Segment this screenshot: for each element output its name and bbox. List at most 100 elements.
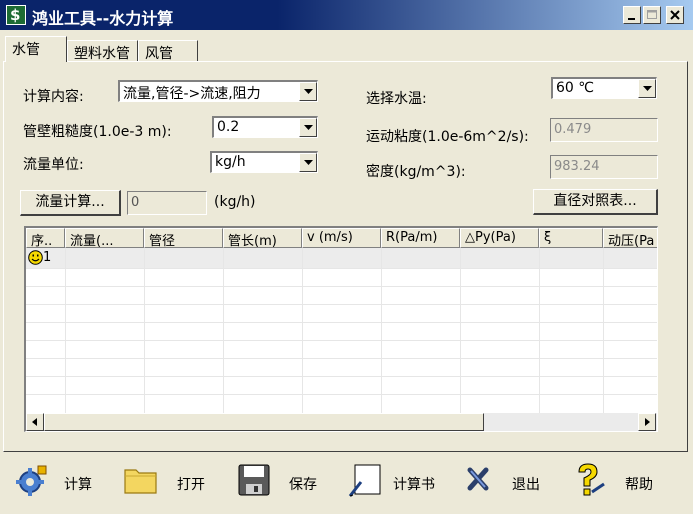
water-temp-value: 60 ℃ (556, 80, 594, 96)
roughness-select[interactable]: 0.2 (212, 116, 318, 138)
density-field: 983.24 (550, 155, 658, 179)
column-header[interactable]: 流量(... (65, 228, 144, 248)
exit-label: 退出 (512, 477, 540, 493)
column-header[interactable]: 动压(Pa (603, 228, 657, 248)
grid-line (65, 248, 66, 416)
help-label: 帮助 (625, 477, 653, 493)
horizontal-scrollbar[interactable] (26, 413, 657, 431)
grid-line (26, 340, 657, 341)
table-row[interactable] (26, 248, 657, 268)
arrow-left-icon (32, 418, 37, 426)
calc-content-label: 计算内容: (23, 89, 84, 105)
grid-line (223, 248, 224, 416)
report-tool-button[interactable]: 计算书 (347, 462, 447, 502)
column-header[interactable]: v (m/s) (302, 228, 381, 248)
diameter-table-button[interactable]: 直径对照表... (533, 189, 658, 215)
title-bar: $ 鸿业工具--水力计算 (0, 0, 693, 30)
grid-line (539, 248, 540, 416)
scroll-right-button[interactable] (638, 413, 656, 431)
exit-tool-button[interactable]: 退出 (462, 462, 552, 502)
column-header[interactable]: ξ (539, 228, 603, 248)
grid-line (302, 248, 303, 416)
grid-line (26, 268, 657, 269)
flow-unit-suffix: (kg/h) (214, 194, 256, 210)
flow-unit-select[interactable]: kg/h (210, 151, 318, 173)
viscosity-value: 0.479 (554, 122, 592, 137)
scroll-thumb[interactable] (44, 413, 484, 431)
calc-content-value: 流量,管径->流速,阻力 (123, 86, 261, 102)
open-tool-button[interactable]: 打开 (123, 462, 213, 502)
chevron-down-icon (304, 160, 313, 165)
tab-label: 塑料水管 (74, 46, 130, 62)
flow-unit-value: kg/h (215, 154, 246, 170)
chevron-down-icon (304, 125, 313, 130)
water-temp-label: 选择水温: (366, 91, 427, 107)
density-label: 密度(kg/m^3): (366, 164, 466, 180)
dropdown-arrow[interactable] (638, 79, 656, 98)
folder-icon (124, 469, 157, 494)
dropdown-arrow[interactable] (299, 118, 317, 137)
report-label: 计算书 (393, 477, 435, 493)
dropdown-arrow[interactable] (299, 82, 317, 101)
grid-line (26, 394, 657, 395)
close-button[interactable] (666, 6, 684, 24)
flow-unit-label: 流量单位: (23, 157, 84, 173)
viscosity-label: 运动粘度(1.0e-6m^2/s): (366, 129, 529, 145)
grid-line (26, 304, 657, 305)
help-tool-button[interactable]: 帮助 (570, 462, 665, 502)
minimize-button[interactable] (623, 6, 641, 24)
grid-line (26, 322, 657, 323)
grid-line (26, 286, 657, 287)
density-value: 983.24 (554, 159, 600, 174)
arrow-right-icon (645, 418, 650, 426)
tab-air-duct[interactable]: 风管 (138, 40, 198, 62)
maximize-button[interactable] (643, 6, 661, 24)
tab-label: 风管 (145, 46, 173, 62)
tab-water-pipe[interactable]: 水管 (5, 36, 67, 62)
tab-label: 水管 (12, 42, 40, 58)
smiley-icon (28, 250, 43, 265)
calc-tool-button[interactable]: 计算 (12, 462, 102, 502)
app-icon: $ (6, 5, 26, 25)
chevron-down-icon (304, 89, 313, 94)
flow-value: 0 (131, 195, 140, 210)
maximize-icon (647, 10, 657, 19)
grid-line (460, 248, 461, 416)
column-header[interactable]: 管长(m) (223, 228, 302, 248)
column-header[interactable]: △Py(Pa) (460, 228, 539, 248)
floppy-disk-icon (238, 464, 270, 496)
help-question-icon (578, 463, 605, 496)
minimize-icon (628, 18, 635, 20)
viscosity-field: 0.479 (550, 118, 658, 142)
open-label: 打开 (177, 477, 205, 493)
grid-header: 序.. 流量(... 管径 管长(m) v (m/s) R(Pa/m) △Py(… (26, 228, 657, 248)
column-header[interactable]: R(Pa/m) (381, 228, 460, 248)
tab-plastic-pipe[interactable]: 塑料水管 (67, 40, 138, 62)
window-title: 鸿业工具--水力计算 (32, 9, 174, 28)
flow-calc-button[interactable]: 流量计算... (20, 190, 121, 216)
calc-label: 计算 (64, 477, 92, 493)
grid-line (26, 358, 657, 359)
document-pen-icon (348, 464, 381, 497)
results-grid[interactable]: 序.. 流量(... 管径 管长(m) v (m/s) R(Pa/m) △Py(… (24, 226, 658, 432)
grid-line (144, 248, 145, 416)
column-header[interactable]: 序.. (26, 228, 65, 248)
exit-x-icon (467, 467, 489, 491)
save-tool-button[interactable]: 保存 (236, 462, 326, 502)
dropdown-arrow[interactable] (299, 153, 317, 172)
flow-value-field[interactable]: 0 (127, 191, 207, 215)
grid-line (381, 248, 382, 416)
column-header[interactable]: 管径 (144, 228, 223, 248)
save-label: 保存 (289, 477, 317, 493)
chevron-down-icon (643, 86, 652, 91)
roughness-value: 0.2 (217, 119, 240, 135)
gear-calc-icon (16, 465, 47, 496)
scroll-left-button[interactable] (26, 413, 44, 431)
roughness-label: 管壁粗糙度(1.0e-3 m): (23, 124, 172, 140)
grid-line (26, 376, 657, 377)
close-icon (670, 10, 680, 20)
water-temp-select[interactable]: 60 ℃ (551, 77, 657, 99)
calc-content-select[interactable]: 流量,管径->流速,阻力 (118, 80, 318, 102)
grid-line (603, 248, 604, 416)
row-index: 1 (43, 250, 52, 265)
